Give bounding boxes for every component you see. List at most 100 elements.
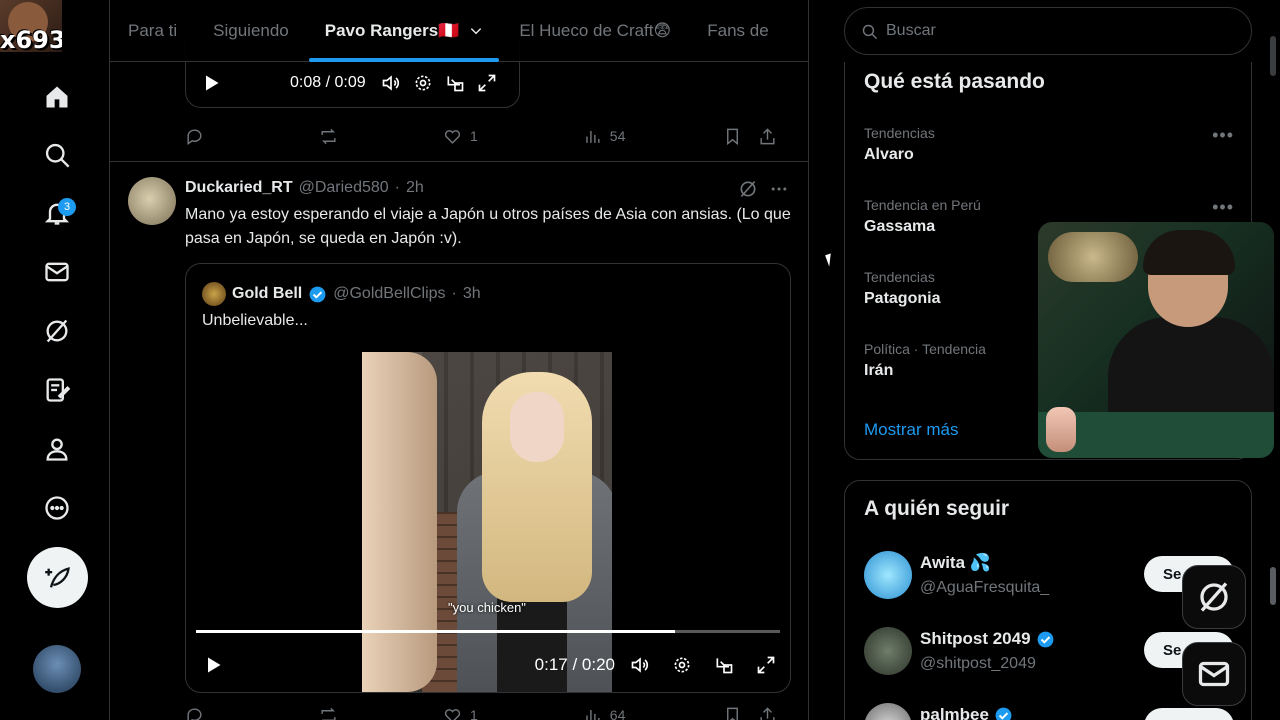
compose-post-button[interactable] xyxy=(27,547,88,608)
grok-slash-icon xyxy=(1200,582,1228,612)
quoted-tweet[interactable]: Gold Bell @GoldBellClips · 3h Unbelievab… xyxy=(185,263,791,693)
search-icon[interactable] xyxy=(30,128,84,182)
tweet-author-avatar[interactable] xyxy=(128,177,176,225)
volume-icon[interactable] xyxy=(380,72,402,94)
play-icon[interactable] xyxy=(200,72,222,94)
quoted-dot: · xyxy=(451,285,457,302)
repost-button[interactable] xyxy=(319,706,338,720)
more-options-icon[interactable]: ••• xyxy=(1212,197,1234,218)
quoted-tweet-header: Gold Bell @GoldBellClips · 3h xyxy=(202,282,481,306)
webcam-sticker xyxy=(1046,407,1076,452)
views-chart-icon xyxy=(586,130,600,143)
fullscreen-icon[interactable] xyxy=(755,654,777,676)
scrollbar-track-top[interactable] xyxy=(1270,36,1276,76)
previous-video-controls: 0:08 / 0:09 xyxy=(200,72,498,94)
reply-button[interactable] xyxy=(185,706,204,720)
verified-badge-icon xyxy=(309,286,326,302)
tweet-divider xyxy=(110,161,808,162)
bookmark-button[interactable] xyxy=(723,706,742,720)
pip-icon[interactable] xyxy=(444,72,466,94)
grok-floating-button[interactable] xyxy=(1182,565,1246,629)
tweet-dot: · xyxy=(394,179,400,196)
tweet-author-handle[interactable]: @Daried580 xyxy=(299,179,389,197)
video-progress-bar[interactable] xyxy=(196,630,780,633)
quoted-video[interactable]: "you chicken" xyxy=(362,352,612,692)
grok-slash-icon[interactable] xyxy=(738,179,758,199)
video-face xyxy=(510,392,564,462)
repost-icon xyxy=(321,128,336,144)
follow-button[interactable] xyxy=(1144,708,1234,720)
settings-gear-icon[interactable] xyxy=(671,654,693,676)
show-more-link[interactable]: Mostrar más xyxy=(864,420,958,440)
streamer-tag: x693 xyxy=(0,26,62,52)
quoted-tweet-text: Unbelievable... xyxy=(202,312,308,329)
tweet-actions: 1 64 xyxy=(185,703,795,720)
streamer-webcam-thumbnail: x693 xyxy=(0,0,62,52)
chevron-down-icon[interactable] xyxy=(469,24,483,38)
notifications-bell-icon[interactable]: 3 xyxy=(30,186,84,240)
share-button[interactable] xyxy=(758,127,777,146)
play-icon[interactable] xyxy=(202,654,224,676)
streamer-webcam-overlay xyxy=(1038,222,1274,458)
tweet-time[interactable]: 2h xyxy=(406,179,424,197)
views-button[interactable]: 54 xyxy=(583,127,625,146)
suggestion-name: Awita 💦 xyxy=(920,553,991,572)
quoted-author-name: Gold Bell xyxy=(232,285,303,302)
tab-para-ti[interactable]: Para ti xyxy=(110,0,195,62)
suggestion-name: Shitpost 2049 xyxy=(920,629,1055,649)
like-button[interactable]: 1 xyxy=(443,706,478,720)
volume-icon[interactable] xyxy=(629,654,651,676)
scrollbar-thumb[interactable] xyxy=(1270,567,1276,605)
search-input[interactable] xyxy=(886,22,1216,40)
grok-slash-icon[interactable] xyxy=(30,304,84,358)
more-options-icon[interactable] xyxy=(30,481,84,535)
suggestion-avatar xyxy=(864,551,912,599)
reply-button[interactable] xyxy=(185,127,204,146)
suggestion-name: palmbee xyxy=(920,705,1013,720)
reply-icon xyxy=(187,128,202,145)
follow-suggestion[interactable]: palmbee xyxy=(864,703,1234,720)
left-navigation: x693 3 xyxy=(0,0,110,720)
messages-floating-button[interactable] xyxy=(1182,642,1246,706)
tweet-text: Mano ya estoy esperando el viaje a Japón… xyxy=(185,206,791,247)
search-box[interactable] xyxy=(844,7,1252,55)
tab-el-hueco-de-craft[interactable]: El Hueco de Craft😨 xyxy=(501,0,689,62)
profile-icon[interactable] xyxy=(30,422,84,476)
tab-fans-de[interactable]: Fans de xyxy=(689,0,786,62)
follow-suggestion[interactable]: Shitpost 2049 @shitpost_2049 Se xyxy=(864,627,1234,679)
heart-icon xyxy=(444,129,461,144)
quoted-video-controls: 0:17 / 0:20 xyxy=(202,654,777,676)
video-hand xyxy=(362,352,437,692)
reply-icon xyxy=(187,707,202,720)
like-button[interactable]: 1 xyxy=(443,127,478,146)
tab-pavo-rangers[interactable]: Pavo Rangers🇵🇪 xyxy=(307,0,502,62)
messages-envelope-icon xyxy=(1198,661,1230,687)
bookmark-icon xyxy=(727,707,739,720)
trend-item[interactable]: Tendencias Alvaro ••• xyxy=(864,125,1234,177)
quoted-author-avatar xyxy=(202,282,226,306)
tab-siguiendo[interactable]: Siguiendo xyxy=(195,0,307,62)
follow-suggestion[interactable]: Awita 💦 @AguaFresquita_ Se xyxy=(864,551,1234,603)
home-icon[interactable] xyxy=(30,70,84,124)
tweet-author-name[interactable]: Duckaried_RT xyxy=(185,179,293,197)
bookmark-button[interactable] xyxy=(723,127,742,146)
share-icon xyxy=(760,127,775,144)
share-button[interactable] xyxy=(758,706,777,720)
quoted-author-handle: @GoldBellClips xyxy=(333,285,446,302)
quoted-time: 3h xyxy=(462,285,481,302)
settings-gear-icon[interactable] xyxy=(412,72,434,94)
webcam-person-hair xyxy=(1143,230,1235,275)
pip-icon[interactable] xyxy=(713,654,735,676)
account-avatar[interactable] xyxy=(33,645,81,693)
more-options-icon[interactable] xyxy=(769,179,789,199)
fullscreen-icon[interactable] xyxy=(476,72,498,94)
repost-icon xyxy=(321,707,336,720)
views-chart-icon xyxy=(586,709,600,720)
views-button[interactable]: 64 xyxy=(583,706,625,720)
more-options-icon[interactable]: ••• xyxy=(1212,125,1234,146)
messages-envelope-icon[interactable] xyxy=(30,245,84,299)
suggestion-handle: @shitpost_2049 xyxy=(920,655,1036,672)
repost-button[interactable] xyxy=(319,127,338,146)
video-subtitle: "you chicken" xyxy=(448,600,526,615)
lists-edit-icon[interactable] xyxy=(30,363,84,417)
